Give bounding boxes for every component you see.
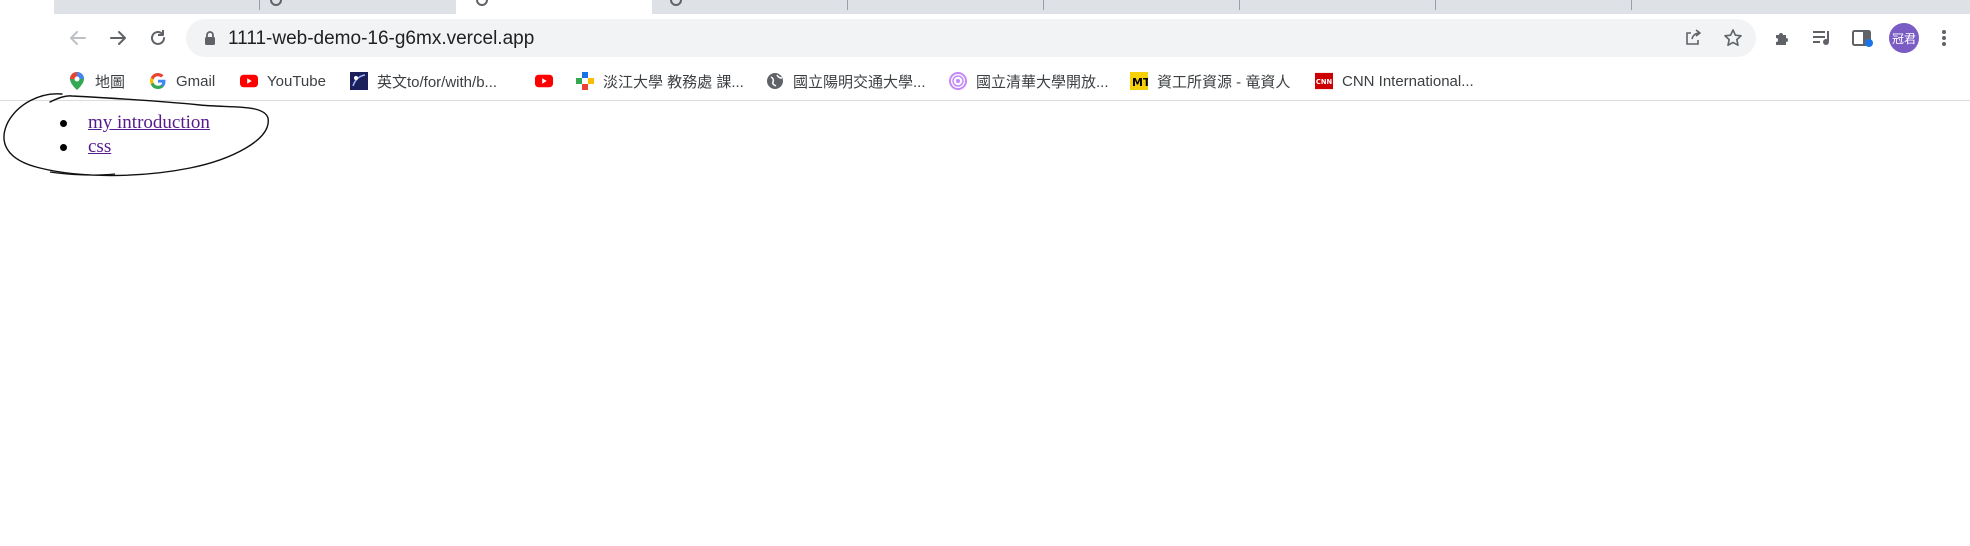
back-arrow-icon [70, 31, 86, 45]
browser-tab[interactable] [54, 0, 260, 14]
address-bar[interactable]: 1111-web-demo-16-g6mx.vercel.app [186, 19, 1756, 57]
tab-strip [0, 0, 1970, 14]
browser-tab[interactable] [1044, 0, 1240, 14]
more-menu-icon[interactable] [1932, 26, 1956, 50]
tab-favicon-icon [270, 0, 282, 6]
lock-icon[interactable] [202, 30, 218, 46]
my-introduction-link[interactable]: my introduction [88, 112, 210, 133]
mt-logo-icon: MT [1130, 72, 1148, 90]
share-icon[interactable] [1682, 27, 1704, 49]
nthu-logo-icon [949, 72, 967, 90]
bookmark-label: 資工所資源 - 竜資人 [1157, 73, 1291, 91]
bookmark-item[interactable]: 國立清華大學開放... [949, 69, 1109, 93]
google-g-icon [149, 72, 167, 90]
bookmark-label: 英文to/for/with/b... [377, 73, 498, 91]
bookmark-star-icon[interactable] [1722, 27, 1744, 49]
browser-tab[interactable] [1632, 0, 1970, 14]
extensions-puzzle-icon[interactable] [1770, 26, 1794, 50]
browser-tab[interactable] [260, 0, 456, 14]
bookmark-item[interactable]: YouTube [240, 69, 326, 93]
cnn-logo-icon: CNN [1315, 72, 1333, 90]
browser-tab[interactable] [1436, 0, 1632, 14]
bullet-icon [60, 120, 67, 127]
list-item: css [56, 135, 210, 159]
browser-tab[interactable] [1240, 0, 1436, 14]
youtube-icon [535, 72, 553, 90]
forward-arrow-icon [110, 31, 126, 45]
bullet-icon [60, 144, 67, 151]
back-button[interactable] [62, 22, 94, 54]
reload-button[interactable] [142, 22, 174, 54]
reload-icon [151, 30, 165, 45]
bookmark-item[interactable]: 英文to/for/with/b... [350, 69, 497, 93]
bookmark-label: 國立陽明交通大學... [793, 73, 926, 91]
bookmark-label: Gmail [176, 72, 216, 90]
bookmark-label: 地圖 [95, 73, 126, 91]
bookmark-item[interactable]: Gmail [149, 69, 215, 93]
browser-toolbar: 1111-web-demo-16-g6mx.vercel.app 冠君 [0, 14, 1970, 62]
bookmark-label: 國立清華大學開放... [976, 73, 1109, 91]
bookmarks-bar: 地圖 Gmail YouTube 英文to/for/with/b... 淡江大學… [0, 62, 1970, 101]
bookmark-item[interactable]: CNN CNN International... [1315, 69, 1474, 93]
youtube-icon [240, 72, 258, 90]
browser-tab[interactable] [652, 0, 848, 14]
tab-favicon-icon [476, 0, 488, 6]
bookmark-label: 淡江大學 教務處 課... [603, 73, 744, 91]
bookmark-label: CNN International... [1342, 72, 1474, 90]
profile-avatar[interactable]: 冠君 [1889, 23, 1919, 53]
globe-icon [766, 72, 784, 90]
bookmark-item[interactable]: MT 資工所資源 - 竜資人 [1130, 69, 1290, 93]
url-text[interactable]: 1111-web-demo-16-g6mx.vercel.app [228, 28, 534, 50]
tab-favicon-icon [670, 0, 682, 6]
bookmark-item[interactable]: 地圖 [68, 69, 125, 93]
forward-button[interactable] [102, 22, 134, 54]
tku-logo-icon [576, 72, 594, 90]
svg-text:CNN: CNN [1316, 78, 1333, 86]
svg-text:MT: MT [1132, 76, 1148, 89]
list-item: my introduction [56, 111, 210, 135]
browser-tab-active[interactable] [456, 0, 652, 14]
side-panel-icon[interactable] [1850, 26, 1874, 50]
maps-pin-icon [68, 72, 86, 90]
page-content: my introduction css [0, 101, 1970, 546]
browser-tab[interactable] [848, 0, 1044, 14]
bookmark-item[interactable] [535, 69, 562, 93]
media-queue-icon[interactable] [1810, 26, 1834, 50]
nav-link-list: my introduction css [56, 111, 210, 159]
css-link[interactable]: css [88, 136, 111, 157]
bookmark-item[interactable]: 國立陽明交通大學... [766, 69, 926, 93]
bookmark-label: YouTube [267, 72, 326, 90]
bookmark-item[interactable]: 淡江大學 教務處 課... [576, 69, 744, 93]
book-cover-icon [350, 72, 368, 90]
